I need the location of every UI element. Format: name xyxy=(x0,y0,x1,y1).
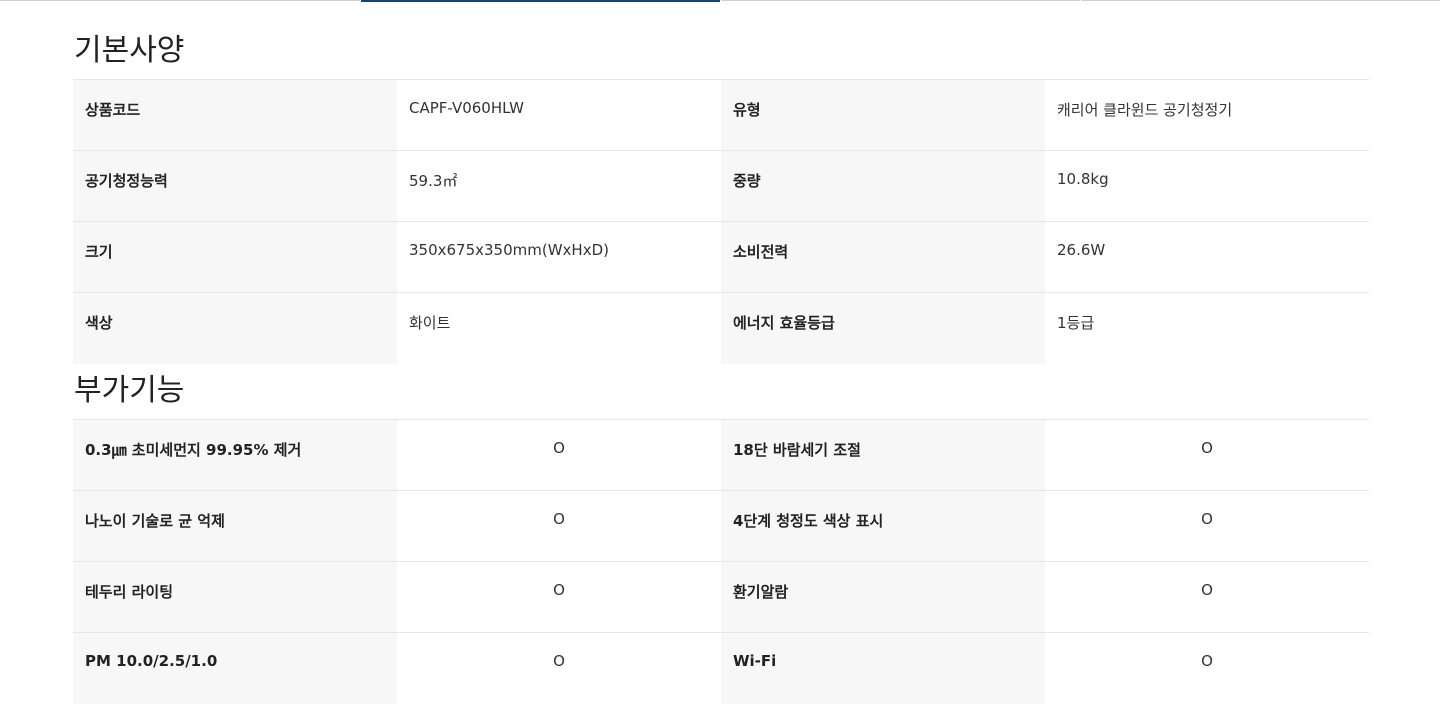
feature-label: 18단 바람세기 조절 xyxy=(721,419,1045,491)
spec-value: 59.3㎡ xyxy=(397,150,721,222)
feature-value: O xyxy=(397,490,721,562)
spec-label: 중량 xyxy=(721,150,1045,222)
table-row: 0.3㎛ 초미세먼지 99.95% 제거 O 18단 바람세기 조절 O xyxy=(73,419,1369,491)
spec-label: 상품코드 xyxy=(73,79,397,151)
spec-value: 10.8kg xyxy=(1045,150,1369,222)
feature-value: O xyxy=(397,419,721,491)
spec-label: 유형 xyxy=(721,79,1045,151)
spec-value: 350x675x350mm(WxHxD) xyxy=(397,221,721,293)
feature-value: O xyxy=(397,561,721,633)
tab-indicator-2-active[interactable] xyxy=(361,0,720,2)
table-row: 상품코드 CAPF-V060HLW 유형 캐리어 클라윈드 공기청정기 xyxy=(73,79,1369,151)
table-row: 색상 화이트 에너지 효율등급 1등급 xyxy=(73,292,1369,364)
spec-value: 캐리어 클라윈드 공기청정기 xyxy=(1045,79,1369,151)
basic-spec-table: 상품코드 CAPF-V060HLW 유형 캐리어 클라윈드 공기청정기 공기청정… xyxy=(73,79,1369,364)
feature-value: O xyxy=(397,632,721,704)
spec-value: 26.6W xyxy=(1045,221,1369,293)
spec-value: CAPF-V060HLW xyxy=(397,79,721,151)
feature-label: 테두리 라이팅 xyxy=(73,561,397,633)
section-title-extra-features: 부가기능 xyxy=(74,373,185,408)
spec-label: 에너지 효율등급 xyxy=(721,292,1045,364)
feature-label: Wi-Fi xyxy=(721,632,1045,704)
table-row: 테두리 라이팅 O 환기알람 O xyxy=(73,561,1369,633)
spec-label: 크기 xyxy=(73,221,397,293)
spec-value: 화이트 xyxy=(397,292,721,364)
extra-features-table: 0.3㎛ 초미세먼지 99.95% 제거 O 18단 바람세기 조절 O 나노이… xyxy=(73,419,1369,704)
feature-label: 나노이 기술로 균 억제 xyxy=(73,490,397,562)
tab-indicator-3[interactable] xyxy=(721,0,1080,1)
top-tab-bar xyxy=(0,0,1440,2)
tab-indicator-4[interactable] xyxy=(1081,0,1440,1)
feature-value: O xyxy=(1045,490,1369,562)
spec-label: 색상 xyxy=(73,292,397,364)
feature-value: O xyxy=(1045,632,1369,704)
feature-value: O xyxy=(1045,561,1369,633)
section-title-basic-spec: 기본사양 xyxy=(74,33,185,68)
feature-label: 4단계 청정도 색상 표시 xyxy=(721,490,1045,562)
feature-label: 환기알람 xyxy=(721,561,1045,633)
spec-value: 1등급 xyxy=(1045,292,1369,364)
feature-label: PM 10.0/2.5/1.0 xyxy=(73,632,397,704)
tab-indicator-1[interactable] xyxy=(0,0,360,1)
table-row: 크기 350x675x350mm(WxHxD) 소비전력 26.6W xyxy=(73,221,1369,293)
table-row: 나노이 기술로 균 억제 O 4단계 청정도 색상 표시 O xyxy=(73,490,1369,562)
table-row: PM 10.0/2.5/1.0 O Wi-Fi O xyxy=(73,632,1369,704)
feature-label: 0.3㎛ 초미세먼지 99.95% 제거 xyxy=(73,419,397,491)
table-row: 공기청정능력 59.3㎡ 중량 10.8kg xyxy=(73,150,1369,222)
spec-label: 소비전력 xyxy=(721,221,1045,293)
spec-label: 공기청정능력 xyxy=(73,150,397,222)
feature-value: O xyxy=(1045,419,1369,491)
